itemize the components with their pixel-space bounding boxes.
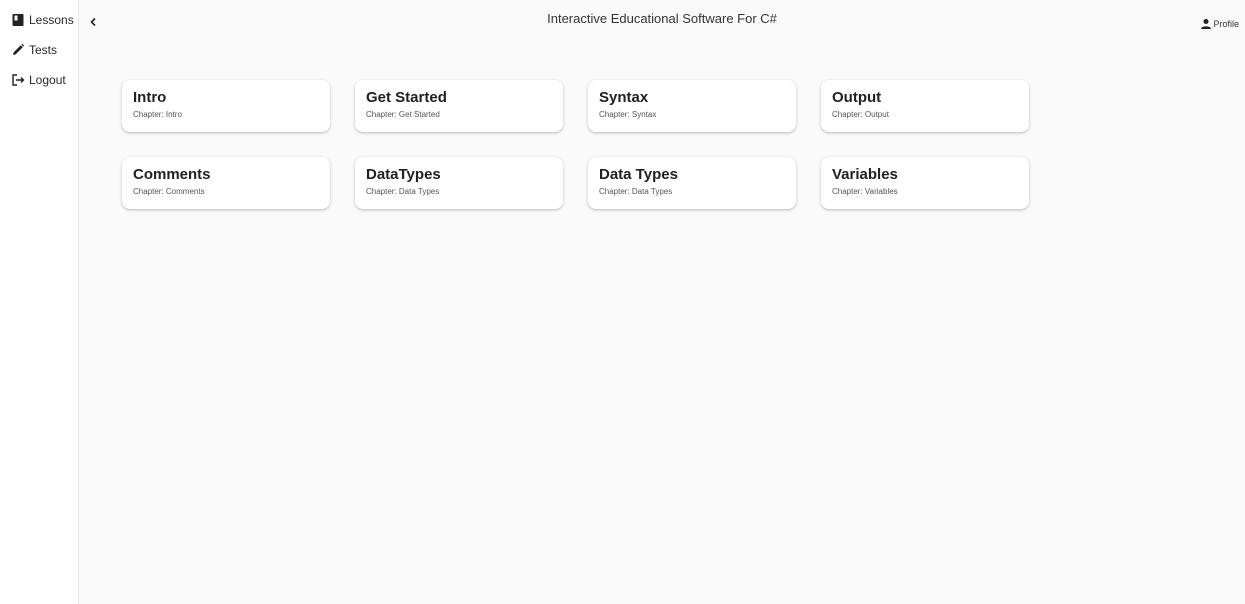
lesson-title: Data Types xyxy=(599,166,678,183)
page-title: Interactive Educational Software For C# xyxy=(547,11,777,26)
lesson-card-datatypes[interactable]: DataTypes Chapter: Data Types xyxy=(355,157,563,209)
top-bar: Interactive Educational Software For C# … xyxy=(79,0,1245,50)
sidebar-item-label: Logout xyxy=(29,73,66,87)
lesson-chapter: Chapter: Data Types xyxy=(599,187,673,196)
profile-label: Profile xyxy=(1213,19,1239,29)
lesson-title: Syntax xyxy=(599,89,649,106)
book-icon xyxy=(11,13,25,27)
lesson-chapter: Chapter: Intro xyxy=(133,110,182,119)
lesson-grid: Intro Chapter: Intro Get Started Chapter… xyxy=(122,80,1029,209)
lesson-title: Intro xyxy=(133,89,167,106)
lesson-card-get-started[interactable]: Get Started Chapter: Get Started xyxy=(355,80,563,132)
lesson-card-data-types[interactable]: Data Types Chapter: Data Types xyxy=(588,157,796,209)
lesson-chapter: Chapter: Get Started xyxy=(366,110,440,119)
sidebar-item-lessons[interactable]: Lessons xyxy=(0,10,78,30)
lesson-title: Comments xyxy=(133,166,211,183)
lesson-title: Output xyxy=(832,89,882,106)
lesson-title: DataTypes xyxy=(366,166,441,183)
sidebar-item-tests[interactable]: Tests xyxy=(0,40,78,60)
lesson-card-comments[interactable]: Comments Chapter: Comments xyxy=(122,157,330,209)
lesson-chapter: Chapter: Variables xyxy=(832,187,898,196)
lesson-title: Variables xyxy=(832,166,898,183)
lesson-card-syntax[interactable]: Syntax Chapter: Syntax xyxy=(588,80,796,132)
person-icon xyxy=(1201,19,1212,29)
sidebar-item-label: Tests xyxy=(29,43,58,57)
lesson-card-intro[interactable]: Intro Chapter: Intro xyxy=(122,80,330,132)
lesson-title: Get Started xyxy=(366,89,447,106)
logout-icon xyxy=(11,73,25,87)
lesson-card-output[interactable]: Output Chapter: Output xyxy=(821,80,1029,132)
sidebar-item-logout[interactable]: Logout xyxy=(0,70,78,90)
lesson-chapter: Chapter: Syntax xyxy=(599,110,657,119)
lesson-chapter: Chapter: Output xyxy=(832,110,889,119)
sidebar: Lessons Tests Logout xyxy=(0,0,79,604)
lesson-chapter: Chapter: Data Types xyxy=(366,187,440,196)
profile-button[interactable]: Profile xyxy=(1200,18,1239,30)
pencil-icon xyxy=(11,43,25,57)
lesson-card-variables[interactable]: Variables Chapter: Variables xyxy=(821,157,1029,209)
sidebar-item-label: Lessons xyxy=(29,13,74,27)
lesson-chapter: Chapter: Comments xyxy=(133,187,205,196)
